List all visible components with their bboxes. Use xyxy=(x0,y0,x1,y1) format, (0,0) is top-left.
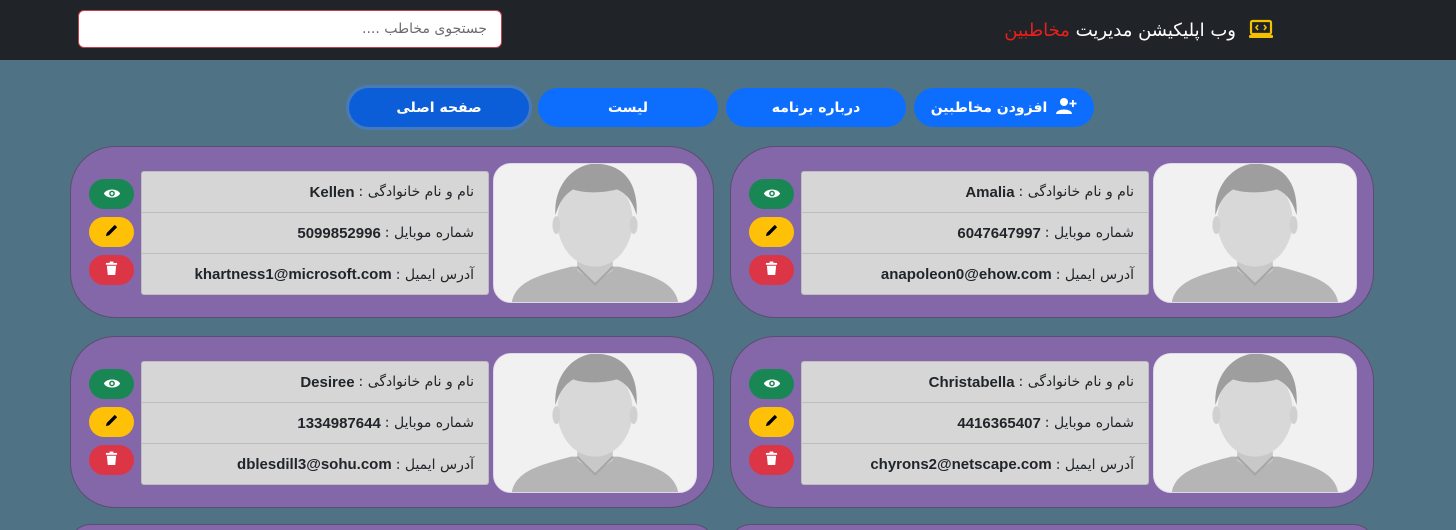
phone-label: شماره موبایل : xyxy=(1044,415,1134,431)
contact-name: Christabella xyxy=(928,373,1015,391)
delete-contact-button[interactable] xyxy=(89,445,134,475)
email-row: آدرس ایمیل : anapoleon0@ehow.com xyxy=(802,254,1148,295)
contact-info: نام و نام خانوادگی : Desiree شماره موبای… xyxy=(141,361,489,485)
list-button[interactable]: لیست xyxy=(538,88,718,127)
contact-info: نام و نام خانوادگی : Amalia شماره موبایل… xyxy=(801,171,1149,295)
edit-contact-button[interactable] xyxy=(749,217,794,247)
contact-card: نام و نام خانوادگی : Desiree شماره موبای… xyxy=(70,336,714,508)
home-button[interactable]: صفحه اصلی xyxy=(349,88,529,127)
name-label: نام و نام خانوادگی : xyxy=(358,374,474,390)
search-input[interactable] xyxy=(78,10,502,48)
contact-card-partial xyxy=(70,524,714,530)
view-contact-button[interactable] xyxy=(749,179,794,209)
view-contact-button[interactable] xyxy=(749,369,794,399)
edit-contact-button[interactable] xyxy=(749,407,794,437)
contact-actions xyxy=(749,179,794,293)
edit-contact-button[interactable] xyxy=(89,217,134,247)
contact-phone: 1334987644 xyxy=(297,414,381,432)
eye-icon xyxy=(103,185,121,204)
contact-phone: 4416365407 xyxy=(957,414,1041,432)
trash-icon xyxy=(765,261,778,280)
phone-label: شماره موبایل : xyxy=(384,225,474,241)
email-label: آدرس ایمیل : xyxy=(1055,266,1134,283)
edit-contact-button[interactable] xyxy=(89,407,134,437)
avatar xyxy=(1153,353,1357,493)
name-row: نام و نام خانوادگی : Kellen xyxy=(142,172,488,213)
email-label: آدرس ایمیل : xyxy=(395,266,474,283)
name-label: نام و نام خانوادگی : xyxy=(358,184,474,200)
contact-actions xyxy=(89,369,134,483)
view-contact-button[interactable] xyxy=(89,369,134,399)
phone-row: شماره موبایل : 4416365407 xyxy=(802,403,1148,444)
app-title: وب اپلیکیشن مدیریت مخاطبین xyxy=(1004,19,1236,41)
contact-info: نام و نام خانوادگی : Christabella شماره … xyxy=(801,361,1149,485)
pencil-icon xyxy=(104,413,119,432)
email-row: آدرس ایمیل : chyrons2@netscape.com xyxy=(802,444,1148,485)
email-row: آدرس ایمیل : khartness1@microsoft.com xyxy=(142,254,488,295)
laptop-code-icon xyxy=(1248,19,1274,41)
name-row: نام و نام خانوادگی : Christabella xyxy=(802,362,1148,403)
phone-row: شماره موبایل : 1334987644 xyxy=(142,403,488,444)
contact-card: نام و نام خانوادگی : Kellen شماره موبایل… xyxy=(70,146,714,318)
trash-icon xyxy=(105,261,118,280)
phone-row: شماره موبایل : 6047647997 xyxy=(802,213,1148,254)
trash-icon xyxy=(765,451,778,470)
avatar xyxy=(493,353,697,493)
avatar xyxy=(1153,163,1357,303)
contact-name: Kellen xyxy=(309,183,355,201)
name-label: نام و نام خانوادگی : xyxy=(1018,184,1134,200)
contact-name: Amalia xyxy=(965,183,1015,201)
phone-label: شماره موبایل : xyxy=(1044,225,1134,241)
name-row: نام و نام خانوادگی : Amalia xyxy=(802,172,1148,213)
contact-card: نام و نام خانوادگی : Christabella شماره … xyxy=(730,336,1374,508)
name-label: نام و نام خانوادگی : xyxy=(1018,374,1134,390)
trash-icon xyxy=(105,451,118,470)
contact-phone: 6047647997 xyxy=(957,224,1041,242)
contact-actions xyxy=(749,369,794,483)
name-row: نام و نام خانوادگی : Desiree xyxy=(142,362,488,403)
navbar: وب اپلیکیشن مدیریت مخاطبین xyxy=(0,0,1456,60)
view-contact-button[interactable] xyxy=(89,179,134,209)
add-contact-button[interactable]: افزودن مخاطبین xyxy=(914,88,1094,127)
avatar xyxy=(493,163,697,303)
eye-icon xyxy=(763,375,781,394)
delete-contact-button[interactable] xyxy=(749,255,794,285)
pencil-icon xyxy=(764,223,779,242)
email-label: آدرس ایمیل : xyxy=(395,456,474,473)
email-label: آدرس ایمیل : xyxy=(1055,456,1134,473)
delete-contact-button[interactable] xyxy=(89,255,134,285)
about-button[interactable]: درباره برنامه xyxy=(726,88,906,127)
contact-info: نام و نام خانوادگی : Kellen شماره موبایل… xyxy=(141,171,489,295)
contact-card-partial xyxy=(730,524,1374,530)
contact-card: نام و نام خانوادگی : Amalia شماره موبایل… xyxy=(730,146,1374,318)
pencil-icon xyxy=(104,223,119,242)
phone-label: شماره موبایل : xyxy=(384,415,474,431)
contact-email: anapoleon0@ehow.com xyxy=(880,266,1052,283)
eye-icon xyxy=(763,185,781,204)
brand: وب اپلیکیشن مدیریت مخاطبین xyxy=(1004,17,1274,43)
pencil-icon xyxy=(764,413,779,432)
contact-email: dblesdill3@sohu.com xyxy=(237,456,392,473)
contact-email: khartness1@microsoft.com xyxy=(194,266,392,283)
eye-icon xyxy=(103,375,121,394)
contact-actions xyxy=(89,179,134,293)
contact-phone: 5099852996 xyxy=(297,224,381,242)
contact-email: chyrons2@netscape.com xyxy=(870,456,1052,473)
contact-name: Desiree xyxy=(300,373,355,391)
phone-row: شماره موبایل : 5099852996 xyxy=(142,213,488,254)
delete-contact-button[interactable] xyxy=(749,445,794,475)
user-plus-icon xyxy=(1055,97,1077,119)
email-row: آدرس ایمیل : dblesdill3@sohu.com xyxy=(142,444,488,485)
